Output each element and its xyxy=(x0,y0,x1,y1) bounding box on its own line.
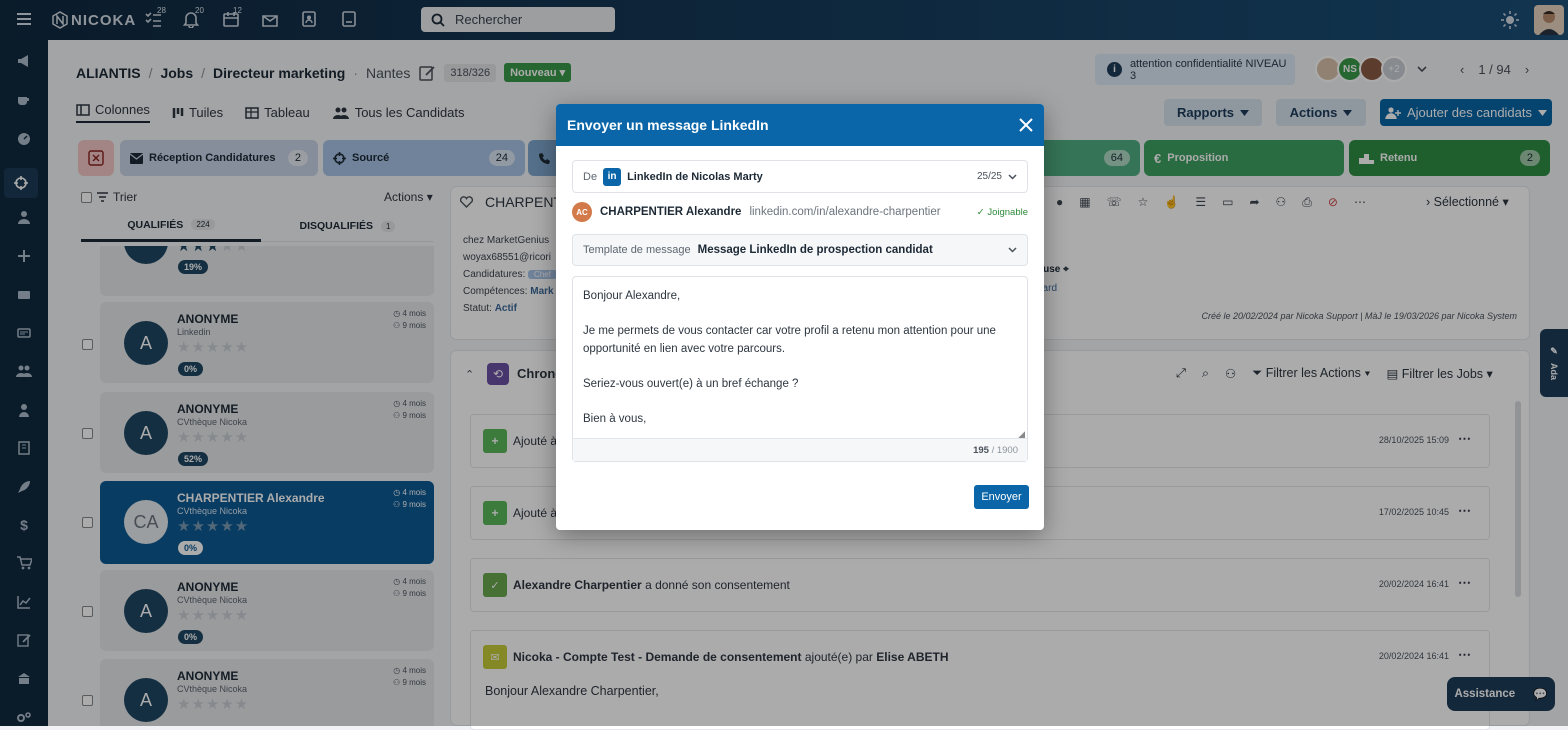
message-line xyxy=(583,358,996,376)
recipient-row: AC CHARPENTIER Alexandre linkedin.com/in… xyxy=(572,202,1028,222)
reachable-status: ✓ Joignable xyxy=(976,206,1028,218)
quota: 25/25 xyxy=(976,171,1002,182)
send-label: Envoyer xyxy=(981,491,1022,503)
recipient-avatar: AC xyxy=(572,202,592,222)
modal-header: Envoyer un message LinkedIn xyxy=(556,104,1044,146)
message-textarea[interactable]: Bonjour Alexandre, Je me permets de vous… xyxy=(572,276,1028,462)
modal-title: Envoyer un message LinkedIn xyxy=(567,117,769,133)
message-line: Je me permets de vous contacter car votr… xyxy=(583,325,996,338)
from-value: LinkedIn de Nicolas Marty xyxy=(627,170,763,183)
message-body: Bonjour Alexandre, Je me permets de vous… xyxy=(583,288,996,429)
char-max: / 1900 xyxy=(991,445,1018,456)
message-line: opportunité en lien avec votre parcours. xyxy=(583,342,786,355)
recipient-name: CHARPENTIER Alexandre xyxy=(600,206,742,218)
send-button[interactable]: Envoyer xyxy=(974,485,1029,509)
template-select[interactable]: Template de message Message LinkedIn de … xyxy=(572,234,1028,266)
chevron-down-icon xyxy=(1008,173,1017,180)
close-icon[interactable] xyxy=(1019,118,1033,132)
message-line xyxy=(583,394,996,412)
message-line: Seriez-vous ouvert(e) à un bref échange … xyxy=(583,377,799,390)
message-line: Bien à vous, xyxy=(583,413,647,426)
chevron-down-icon xyxy=(1008,247,1017,253)
message-line xyxy=(583,306,996,324)
template-label: Template de message xyxy=(583,244,691,256)
linkedin-icon: in xyxy=(603,167,622,186)
sender-select[interactable]: De in LinkedIn de Nicolas Marty 25/25 xyxy=(572,160,1028,193)
recipient-url[interactable]: linkedin.com/in/alexandre-charpentier xyxy=(749,206,940,218)
message-line: Bonjour Alexandre, xyxy=(583,290,681,302)
template-value: Message LinkedIn de prospection candidat xyxy=(697,244,933,256)
linkedin-message-modal: Envoyer un message LinkedIn De in Linked… xyxy=(556,104,1044,530)
from-label: De xyxy=(583,170,598,183)
char-counter: 195 / 1900 xyxy=(573,438,1027,461)
reachable-label: Joignable xyxy=(987,206,1028,218)
char-count: 195 xyxy=(973,445,989,456)
